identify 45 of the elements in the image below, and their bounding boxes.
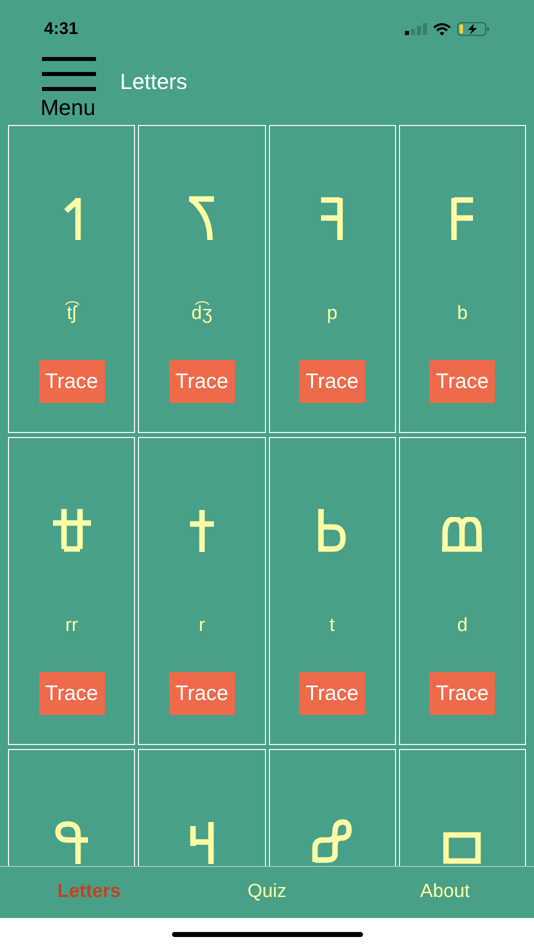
- tab[interactable]: Letters: [0, 878, 178, 907]
- letter-card[interactable]: r Trace: [138, 437, 266, 745]
- letter-glyph-icon: [52, 509, 91, 552]
- letter-glyph-icon: [190, 822, 214, 864]
- trace-button[interactable]: Trace: [38, 360, 105, 403]
- wifi-icon: [433, 22, 451, 36]
- trace-button[interactable]: Trace: [168, 672, 235, 715]
- letter-glyph-icon: [451, 197, 474, 240]
- letter-card[interactable]: t Trace: [268, 437, 396, 745]
- status-time: 4:31: [44, 18, 78, 40]
- trace-button[interactable]: Trace: [299, 360, 366, 403]
- letter-glyph-icon: [318, 509, 346, 552]
- trace-button[interactable]: Trace: [168, 360, 235, 403]
- letter-card[interactable]: p Trace: [268, 125, 396, 433]
- sound-label: b: [457, 302, 468, 326]
- letter-glyph-icon: [55, 821, 88, 864]
- letter-glyph-icon: [188, 196, 216, 240]
- letter-card[interactable]: d͡ʒ Trace: [138, 125, 266, 433]
- sound-label: d: [457, 614, 468, 638]
- sound-label: p: [326, 302, 338, 326]
- sound-label: r: [198, 614, 206, 638]
- signal-icon: [405, 23, 427, 35]
- battery-charging-icon: [457, 22, 490, 36]
- trace-button[interactable]: Trace: [299, 672, 366, 715]
- letter-card[interactable]: t͡ʃ Trace: [8, 125, 136, 433]
- menu-button[interactable]: Menu: [40, 50, 96, 121]
- sound-label: t: [329, 614, 335, 638]
- menu-icon: [42, 57, 96, 91]
- letter-glyph-icon: [442, 517, 482, 552]
- letter-glyph-icon: [312, 819, 352, 864]
- letter-glyph-icon: [190, 510, 214, 552]
- trace-button[interactable]: Trace: [429, 360, 496, 403]
- tab[interactable]: Quiz: [178, 878, 356, 907]
- letter-card[interactable]: rr Trace: [8, 437, 136, 745]
- letter-glyph-icon: [443, 832, 482, 864]
- sound-label: d͡ʒ: [191, 302, 212, 326]
- trace-button[interactable]: Trace: [38, 672, 105, 715]
- letter-card[interactable]: d Trace: [398, 437, 526, 745]
- letter-card[interactable]: b Trace: [398, 125, 526, 433]
- sound-label: rr: [65, 614, 78, 638]
- tab[interactable]: About: [356, 878, 534, 907]
- page-title: Letters: [120, 68, 188, 96]
- letter-glyph-icon: [62, 197, 81, 240]
- trace-button[interactable]: Trace: [429, 672, 496, 715]
- letter-glyph-icon: [321, 197, 344, 240]
